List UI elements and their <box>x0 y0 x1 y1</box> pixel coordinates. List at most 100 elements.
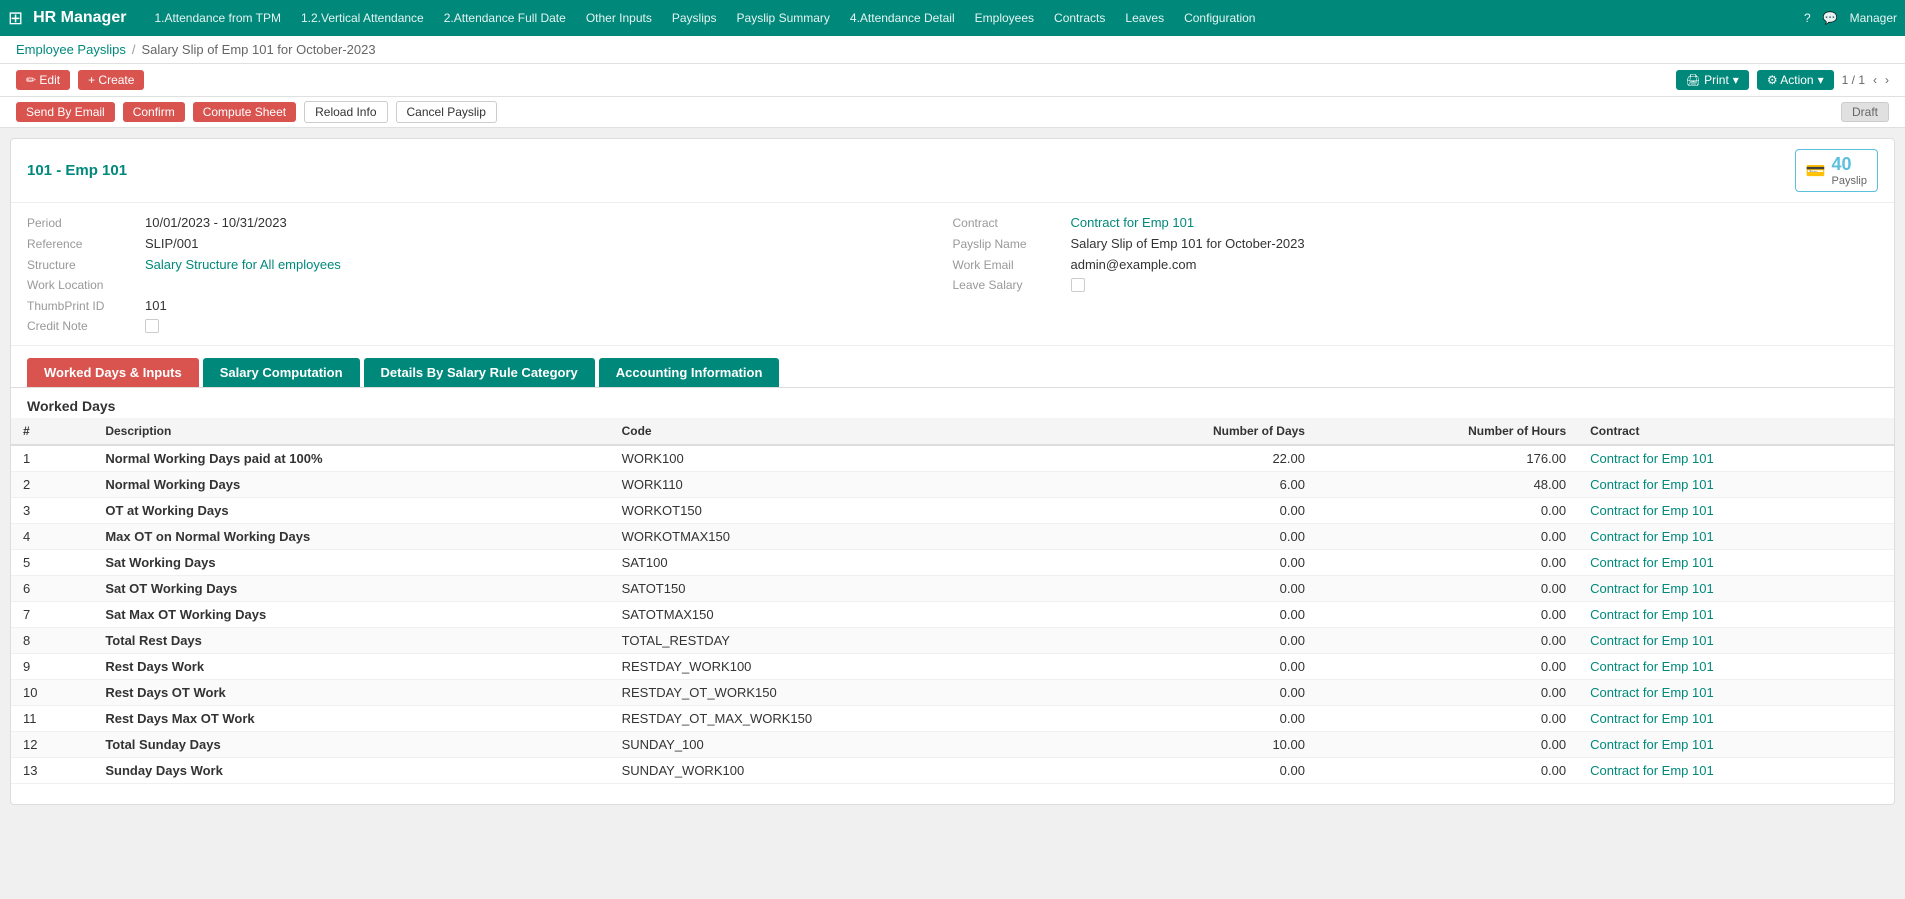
table-row[interactable]: 1 Normal Working Days paid at 100% WORK1… <box>11 445 1894 472</box>
breadcrumb: Employee Payslips / Salary Slip of Emp 1… <box>0 36 1905 64</box>
cell-code: SUNDAY_100 <box>610 732 1069 758</box>
cell-contract[interactable]: Contract for Emp 101 <box>1578 576 1894 602</box>
edit-button[interactable]: ✏ Edit <box>16 70 70 90</box>
cell-contract[interactable]: Contract for Emp 101 <box>1578 550 1894 576</box>
cell-description: Normal Working Days <box>93 472 609 498</box>
cell-contract[interactable]: Contract for Emp 101 <box>1578 706 1894 732</box>
cell-num: 8 <box>11 628 93 654</box>
tab-salary-computation[interactable]: Salary Computation <box>203 358 360 387</box>
cell-contract[interactable]: Contract for Emp 101 <box>1578 602 1894 628</box>
cell-code: WORK110 <box>610 472 1069 498</box>
cell-hours: 0.00 <box>1317 524 1578 550</box>
table-row[interactable]: 9 Rest Days Work RESTDAY_WORK100 0.00 0.… <box>11 654 1894 680</box>
table-row[interactable]: 8 Total Rest Days TOTAL_RESTDAY 0.00 0.0… <box>11 628 1894 654</box>
cell-contract[interactable]: Contract for Emp 101 <box>1578 472 1894 498</box>
nav-leaves[interactable]: Leaves <box>1117 7 1172 29</box>
period-label: Period <box>27 216 137 230</box>
cell-hours: 0.00 <box>1317 576 1578 602</box>
cell-num: 10 <box>11 680 93 706</box>
work-email-row: Work Email admin@example.com <box>953 257 1879 272</box>
employee-header: 101 - Emp 101 💳 40 Payslip <box>11 139 1894 203</box>
cell-contract[interactable]: Contract for Emp 101 <box>1578 445 1894 472</box>
cell-code: TOTAL_RESTDAY <box>610 628 1069 654</box>
table-row[interactable]: 10 Rest Days OT Work RESTDAY_OT_WORK150 … <box>11 680 1894 706</box>
table-row[interactable]: 12 Total Sunday Days SUNDAY_100 10.00 0.… <box>11 732 1894 758</box>
nav-attendance-tpm[interactable]: 1.Attendance from TPM <box>146 7 289 29</box>
col-contract: Contract <box>1578 418 1894 445</box>
tab-accounting-information[interactable]: Accounting Information <box>599 358 780 387</box>
breadcrumb-parent[interactable]: Employee Payslips <box>16 42 126 57</box>
cell-hours: 0.00 <box>1317 680 1578 706</box>
structure-value[interactable]: Salary Structure for All employees <box>145 257 341 272</box>
cell-code: SAT100 <box>610 550 1069 576</box>
prev-icon[interactable]: ‹ <box>1873 73 1877 87</box>
table-row[interactable]: 11 Rest Days Max OT Work RESTDAY_OT_MAX_… <box>11 706 1894 732</box>
cell-contract[interactable]: Contract for Emp 101 <box>1578 758 1894 784</box>
compute-sheet-button[interactable]: Compute Sheet <box>193 102 296 122</box>
contract-value[interactable]: Contract for Emp 101 <box>1071 215 1195 230</box>
cell-contract[interactable]: Contract for Emp 101 <box>1578 680 1894 706</box>
table-row[interactable]: 6 Sat OT Working Days SATOT150 0.00 0.00… <box>11 576 1894 602</box>
nav-payslips[interactable]: Payslips <box>664 7 725 29</box>
cell-num: 7 <box>11 602 93 628</box>
confirm-button[interactable]: Confirm <box>123 102 185 122</box>
pagination-area: 1 / 1 ‹ › <box>1842 73 1889 87</box>
print-button[interactable]: 🖨 Print ▾ <box>1676 70 1749 90</box>
contract-label: Contract <box>953 216 1063 230</box>
leave-salary-checkbox[interactable] <box>1071 278 1085 292</box>
table-row[interactable]: 7 Sat Max OT Working Days SATOTMAX150 0.… <box>11 602 1894 628</box>
next-icon[interactable]: › <box>1885 73 1889 87</box>
main-content: 101 - Emp 101 💳 40 Payslip Period 10/01/… <box>10 138 1895 805</box>
cell-days: 0.00 <box>1069 654 1317 680</box>
work-location-label: Work Location <box>27 278 137 292</box>
pagination-text: 1 / 1 <box>1842 73 1865 87</box>
reload-info-button[interactable]: Reload Info <box>304 101 387 123</box>
chat-icon[interactable]: 💬 <box>1823 11 1838 25</box>
nav-attendance-full[interactable]: 2.Attendance Full Date <box>436 7 574 29</box>
user-menu[interactable]: Manager <box>1850 11 1897 25</box>
table-row[interactable]: 5 Sat Working Days SAT100 0.00 0.00 Cont… <box>11 550 1894 576</box>
nav-employees[interactable]: Employees <box>967 7 1042 29</box>
help-icon[interactable]: ? <box>1804 11 1811 25</box>
table-row[interactable]: 4 Max OT on Normal Working Days WORKOTMA… <box>11 524 1894 550</box>
nav-vertical-attendance[interactable]: 1.2.Vertical Attendance <box>293 7 432 29</box>
cell-contract[interactable]: Contract for Emp 101 <box>1578 498 1894 524</box>
col-code: Code <box>610 418 1069 445</box>
tab-details-by-category[interactable]: Details By Salary Rule Category <box>364 358 595 387</box>
cell-hours: 176.00 <box>1317 445 1578 472</box>
cell-days: 0.00 <box>1069 524 1317 550</box>
thumbprint-label: ThumbPrint ID <box>27 299 137 313</box>
nav-payslip-summary[interactable]: Payslip Summary <box>729 7 838 29</box>
cell-description: Sat Max OT Working Days <box>93 602 609 628</box>
nav-right: ? 💬 Manager <box>1804 11 1897 25</box>
thumbprint-row: ThumbPrint ID 101 <box>27 298 953 313</box>
table-row[interactable]: 2 Normal Working Days WORK110 6.00 48.00… <box>11 472 1894 498</box>
cancel-payslip-button[interactable]: Cancel Payslip <box>396 101 497 123</box>
send-by-email-button[interactable]: Send By Email <box>16 102 115 122</box>
nav-attendance-detail[interactable]: 4.Attendance Detail <box>842 7 963 29</box>
action-button[interactable]: ⚙ Action ▾ <box>1757 70 1834 90</box>
cell-contract[interactable]: Contract for Emp 101 <box>1578 524 1894 550</box>
nav-other-inputs[interactable]: Other Inputs <box>578 7 660 29</box>
tabs-row: Worked Days & Inputs Salary Computation … <box>11 346 1894 388</box>
cell-days: 10.00 <box>1069 732 1317 758</box>
grid-icon[interactable]: ⊞ <box>8 8 23 29</box>
payslip-count: 40 <box>1832 154 1867 175</box>
cell-code: SATOTMAX150 <box>610 602 1069 628</box>
action-label: ⚙ Action <box>1767 73 1814 87</box>
table-row[interactable]: 13 Sunday Days Work SUNDAY_WORK100 0.00 … <box>11 758 1894 784</box>
cell-contract[interactable]: Contract for Emp 101 <box>1578 628 1894 654</box>
cell-contract[interactable]: Contract for Emp 101 <box>1578 654 1894 680</box>
credit-note-checkbox[interactable] <box>145 319 159 333</box>
cell-contract[interactable]: Contract for Emp 101 <box>1578 732 1894 758</box>
cell-description: Rest Days Max OT Work <box>93 706 609 732</box>
nav-configuration[interactable]: Configuration <box>1176 7 1263 29</box>
cell-days: 0.00 <box>1069 680 1317 706</box>
create-button[interactable]: + Create <box>78 70 144 90</box>
table-row[interactable]: 3 OT at Working Days WORKOT150 0.00 0.00… <box>11 498 1894 524</box>
tab-worked-days[interactable]: Worked Days & Inputs <box>27 358 199 387</box>
payslip-label: Payslip <box>1832 175 1867 187</box>
worked-days-title: Worked Days <box>11 388 1894 418</box>
nav-contracts[interactable]: Contracts <box>1046 7 1113 29</box>
print-label: 🖨 Print <box>1686 73 1729 87</box>
